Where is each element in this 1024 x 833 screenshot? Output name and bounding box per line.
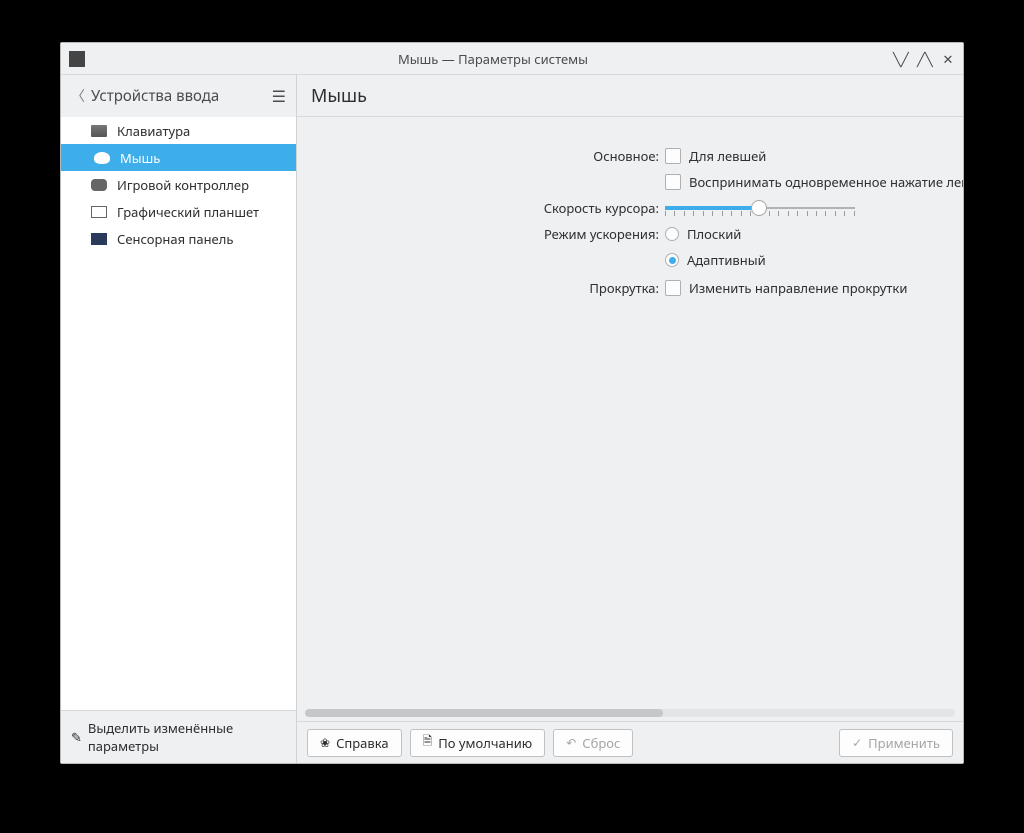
- highlight-changed-label: Выделить изменённые параметры: [88, 719, 286, 755]
- close-icon[interactable]: ✕: [941, 50, 955, 68]
- undo-icon: ↶: [566, 734, 576, 751]
- sidebar-header: 〈 Устройства ввода ☰: [61, 75, 296, 117]
- defaults-button[interactable]: 🗎 По умолчанию: [410, 729, 546, 757]
- sidebar-item-gamepad[interactable]: Игровой контроллер: [61, 171, 296, 198]
- settings-window: Мышь — Параметры системы ╲╱ ╱╲ ✕ 〈 Устро…: [60, 42, 964, 764]
- accel-flat-label: Плоский: [687, 225, 741, 243]
- tablet-icon: [91, 206, 107, 218]
- sidebar-item-label: Мышь: [120, 149, 160, 167]
- footer: ❀ Справка 🗎 По умолчанию ↶ Сброс ✓ Применить: [297, 721, 963, 763]
- accel-adaptive-label: Адаптивный: [687, 251, 766, 269]
- scrollbar-thumb[interactable]: [305, 709, 663, 717]
- window-controls: ╲╱ ╱╲ ✕: [893, 50, 955, 68]
- sidebar-title: Устройства ввода: [91, 86, 272, 106]
- slider-thumb[interactable]: [751, 200, 767, 216]
- app-icon: [69, 51, 85, 67]
- accel-adaptive-radio[interactable]: [665, 253, 679, 267]
- keyboard-icon: [91, 125, 107, 137]
- titlebar[interactable]: Мышь — Параметры системы ╲╱ ╱╲ ✕: [61, 43, 963, 75]
- help-button[interactable]: ❀ Справка: [307, 729, 402, 757]
- accel-mode-label: Режим ускорения:: [297, 225, 665, 243]
- primary-label: Основное:: [297, 147, 665, 165]
- sidebar-item-touchpad[interactable]: Сенсорная панель: [61, 225, 296, 252]
- sidebar-item-mouse[interactable]: Мышь: [61, 144, 296, 171]
- main-panel: Мышь Основное: Для левшей Воспринимать о…: [297, 75, 963, 763]
- form: Основное: Для левшей Воспринимать одновр…: [297, 117, 963, 721]
- pencil-icon: ✎: [71, 728, 82, 746]
- help-icon: ❀: [320, 734, 330, 751]
- cursor-speed-slider[interactable]: [665, 199, 855, 217]
- sidebar: 〈 Устройства ввода ☰ Клавиатура Мышь Игр…: [61, 75, 297, 763]
- invert-scroll-label: Изменить направление прокрутки: [689, 279, 907, 297]
- apply-button-label: Применить: [868, 734, 940, 752]
- maximize-icon[interactable]: ╱╲: [917, 50, 931, 68]
- invert-scroll-checkbox[interactable]: [665, 280, 681, 296]
- check-icon: ✓: [852, 734, 862, 751]
- hamburger-icon[interactable]: ☰: [272, 85, 286, 107]
- simultaneous-press-label: Воспринимать одновременное нажатие левой: [689, 173, 963, 191]
- accel-flat-radio[interactable]: [665, 227, 679, 241]
- defaults-button-label: По умолчанию: [438, 734, 532, 752]
- cursor-speed-label: Скорость курсора:: [297, 199, 665, 217]
- help-button-label: Справка: [336, 734, 389, 752]
- page-title: Мышь: [297, 75, 963, 117]
- sidebar-item-tablet[interactable]: Графический планшет: [61, 198, 296, 225]
- category-list: Клавиатура Мышь Игровой контроллер Графи…: [61, 117, 296, 710]
- sidebar-item-keyboard[interactable]: Клавиатура: [61, 117, 296, 144]
- gamepad-icon: [91, 179, 107, 191]
- document-icon: 🗎: [423, 732, 433, 753]
- body: 〈 Устройства ввода ☰ Клавиатура Мышь Игр…: [61, 75, 963, 763]
- highlight-changed-button[interactable]: ✎ Выделить изменённые параметры: [61, 710, 296, 763]
- left-handed-label: Для левшей: [689, 147, 766, 165]
- sidebar-item-label: Графический планшет: [117, 203, 259, 221]
- reset-button: ↶ Сброс: [553, 729, 633, 757]
- back-icon[interactable]: 〈: [71, 86, 85, 106]
- mouse-icon: [94, 152, 110, 164]
- reset-button-label: Сброс: [582, 734, 620, 752]
- sidebar-item-label: Сенсорная панель: [117, 230, 233, 248]
- left-handed-checkbox[interactable]: [665, 148, 681, 164]
- scroll-label: Прокрутка:: [297, 279, 665, 297]
- apply-button: ✓ Применить: [839, 729, 953, 757]
- sidebar-item-label: Игровой контроллер: [117, 176, 249, 194]
- touchpad-icon: [91, 233, 107, 245]
- simultaneous-press-checkbox[interactable]: [665, 174, 681, 190]
- horizontal-scrollbar[interactable]: [305, 709, 955, 717]
- sidebar-item-label: Клавиатура: [117, 122, 190, 140]
- minimize-icon[interactable]: ╲╱: [893, 50, 907, 68]
- window-title: Мышь — Параметры системы: [93, 50, 893, 68]
